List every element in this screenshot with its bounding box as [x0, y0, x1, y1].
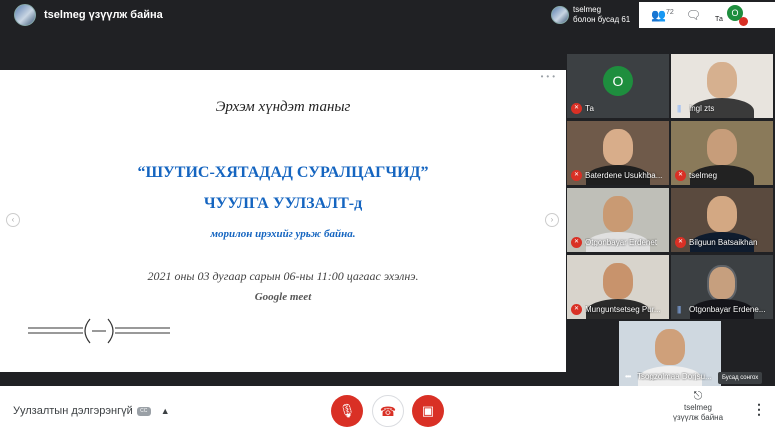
- participant-tile[interactable]: ••• Tsogzolmaa Dorjsu...: [619, 321, 721, 386]
- hang-up-icon: ☎: [379, 404, 397, 419]
- participant-name: Bilguun Batsaikhan: [689, 238, 758, 247]
- chat-icon: 🗨: [685, 8, 701, 22]
- presenter-chip-name: tselmeg: [573, 5, 602, 14]
- mic-off-icon: ✕: [675, 237, 686, 248]
- mic-off-icon: ✕: [571, 237, 582, 248]
- slide-invitation: морилон ирэхийг урьж байна.: [210, 228, 356, 240]
- participant-name: Та: [585, 104, 594, 113]
- participant-tile[interactable]: ||| Ingl zts: [671, 54, 773, 118]
- chat-button[interactable]: 🗨: [686, 8, 701, 22]
- presentation-slide: ••• ‹ › Эрхэм хүндэт таныг “ШУТИС-ХЯТАДА…: [0, 70, 566, 372]
- speaking-icon: |||: [677, 305, 681, 314]
- participant-name: Otgonbayar Erdenet: [585, 238, 658, 247]
- camera-toggle-button[interactable]: ▣: [412, 395, 444, 427]
- slide-platform: Google meet: [254, 291, 312, 303]
- participant-name: Ingl zts: [689, 104, 715, 113]
- participant-name: Baterdene Usukhba...: [585, 171, 663, 180]
- participant-name: Munguntsetseg Pur...: [585, 305, 661, 314]
- ornament-divider: [28, 318, 170, 344]
- mic-off-icon: [738, 17, 748, 26]
- participants-button[interactable]: 👥72: [651, 8, 674, 22]
- choose-others-button[interactable]: Бусад сонгох: [718, 372, 763, 384]
- present-line1: tselmeg: [683, 403, 712, 412]
- mic-off-icon: ✕: [675, 170, 686, 181]
- self-tile-mini[interactable]: Та O: [714, 2, 748, 28]
- presenter-chip[interactable]: tselmeg болон бусад 61: [547, 2, 639, 28]
- presenter-chip-avatar: [551, 6, 569, 24]
- mic-off-icon: ✕: [571, 103, 582, 114]
- participant-tile[interactable]: ✕ Baterdene Usukhba...: [567, 121, 669, 185]
- participant-tile[interactable]: O ✕ Та: [567, 54, 669, 118]
- presenter-label: tselmeg үзүүлж байна: [44, 9, 163, 21]
- mic-off-icon: ✕: [571, 304, 582, 315]
- meeting-details-label: Уулзалтын дэлгэрэнгүй: [13, 405, 133, 417]
- mic-toggle-button[interactable]: 🎙: [331, 395, 363, 427]
- meeting-details-button[interactable]: Уулзалтын дэлгэрэнгүй CC ▲: [13, 405, 170, 417]
- presenting-status-button[interactable]: ⎋ tselmeg үзүүлж байна: [665, 391, 731, 423]
- slide-date: 2021 оны 03 дугаар сарын 06-ны 11:00 цаг…: [147, 269, 419, 283]
- presenter-avatar: [14, 4, 36, 26]
- participant-tile[interactable]: ✕ Bilguun Batsaikhan: [671, 188, 773, 252]
- bottom-control-bar: Уулзалтын дэлгэрэнгүй CC ▲ 🎙 ☎ ▣ ⎋ tselm…: [0, 386, 775, 436]
- participant-name: Tsogzolmaa Dorjsu...: [637, 372, 712, 381]
- captions-icon[interactable]: CC: [136, 406, 151, 416]
- prev-slide-arrow-icon[interactable]: ‹: [6, 213, 20, 227]
- participants-count: 72: [665, 9, 674, 16]
- participant-tile[interactable]: ✕ Otgonbayar Erdenet: [567, 188, 669, 252]
- slide-event-name: “ШУТИС-ХЯТАДАД СУРАЛЦАГЧИД”: [137, 164, 429, 181]
- presenter-chip-others: болон бусад 61: [573, 15, 631, 24]
- participant-name: Otgonbayar Erdene...: [689, 305, 766, 314]
- next-slide-arrow-icon[interactable]: ›: [545, 213, 559, 227]
- speaking-icon: |||: [677, 104, 681, 113]
- participant-tile[interactable]: ||| Otgonbayar Erdene...: [671, 255, 773, 319]
- people-icon: 👥: [651, 8, 666, 22]
- slide-event-type: ЧУУЛГА УУЛЗАЛТ-д: [203, 195, 363, 212]
- more-options-vertical-icon[interactable]: ⋮: [752, 401, 766, 418]
- participant-tile[interactable]: ✕ Munguntsetseg Pur...: [567, 255, 669, 319]
- participant-avatar: O: [603, 66, 633, 96]
- present-line2: үзүүлж байна: [672, 413, 724, 422]
- present-screen-icon: ⎋: [693, 390, 703, 402]
- slide-greeting: Эрхэм хүндэт таныг: [215, 99, 351, 115]
- participant-name: tselmeg: [689, 171, 718, 180]
- mic-off-icon: ✕: [571, 170, 582, 181]
- more-options-icon[interactable]: •••: [541, 72, 558, 81]
- self-label: Та: [714, 16, 723, 23]
- mic-off-icon: 🎙: [338, 403, 356, 418]
- top-right-panel: tselmeg болон бусад 61 👥72 🗨 Та O: [547, 2, 775, 28]
- chevron-up-icon[interactable]: ▲: [161, 406, 170, 416]
- camera-off-icon: ▣: [421, 403, 435, 418]
- presenter-indicator: tselmeg үзүүлж байна: [14, 4, 163, 26]
- top-bar: tselmeg үзүүлж байна tselmeg болон бусад…: [0, 0, 775, 30]
- participant-tile[interactable]: ✕ tselmeg: [671, 121, 773, 185]
- more-dots-icon: •••: [625, 372, 631, 381]
- leave-call-button[interactable]: ☎: [372, 395, 404, 427]
